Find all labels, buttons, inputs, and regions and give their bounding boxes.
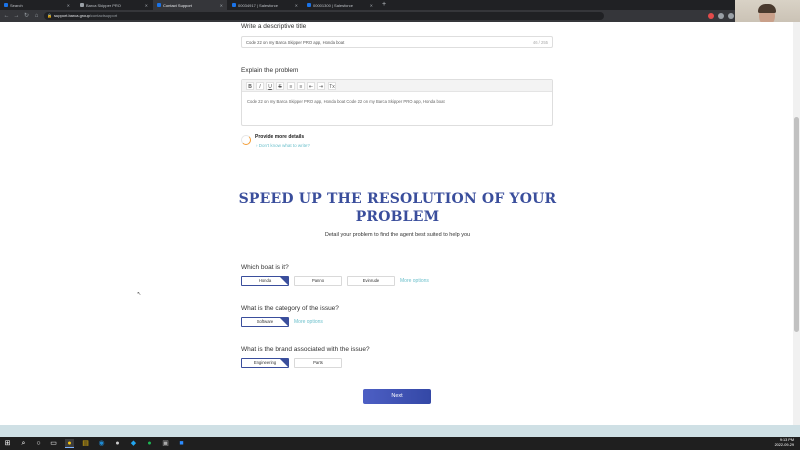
- indent-icon[interactable]: ⇥: [317, 82, 325, 90]
- italic-icon[interactable]: I: [256, 82, 264, 90]
- tab-label: Contact Support: [163, 2, 192, 8]
- github-icon[interactable]: ●: [113, 439, 122, 448]
- task-view-icon[interactable]: ▭: [49, 439, 58, 448]
- close-tab-icon[interactable]: ✕: [370, 3, 373, 8]
- close-tab-icon[interactable]: ✕: [295, 3, 298, 8]
- close-tab-icon[interactable]: ✕: [220, 3, 223, 8]
- browser-tab[interactable]: 00001300 | Salesforce ✕: [303, 0, 377, 10]
- zoom-icon[interactable]: ■: [177, 439, 186, 448]
- clear-format-icon[interactable]: Tx: [328, 82, 336, 90]
- brand-option-engineering[interactable]: Engineering: [241, 358, 289, 368]
- category-question-label: What is the category of the issue?: [241, 305, 339, 312]
- terminal-icon[interactable]: ▣: [161, 439, 170, 448]
- speed-up-subtitle: Detail your problem to find the agent be…: [324, 232, 471, 238]
- tab-favicon-icon: [157, 3, 161, 7]
- close-tab-icon[interactable]: ✕: [67, 3, 70, 8]
- problem-text: Code 22 on my Barca Skipper PRO app, Hon…: [247, 99, 445, 104]
- system-clock[interactable]: 9:13 PM 2022-09-29: [775, 438, 794, 448]
- extension-icon[interactable]: [728, 13, 734, 19]
- file-explorer-icon[interactable]: ▤: [81, 439, 90, 448]
- cortana-icon[interactable]: ○: [34, 439, 43, 448]
- search-icon[interactable]: ⌕: [19, 439, 28, 448]
- boat-option-honda[interactable]: Honda: [241, 276, 289, 286]
- new-tab-icon[interactable]: +: [380, 0, 388, 10]
- browser-tab-active[interactable]: Contact Support ✕: [153, 0, 227, 10]
- url-domain: support.barca.group: [54, 13, 90, 18]
- help-writing-link[interactable]: › Don't know what to write?: [256, 143, 310, 148]
- clock-date: 2022-09-29: [774, 443, 794, 447]
- editor-toolbar: B I U S ≡ ≡ ⇤ ⇥ Tx: [242, 80, 552, 92]
- boat-question-label: Which boat is it?: [241, 264, 289, 271]
- boat-more-options-link[interactable]: More options: [400, 278, 429, 284]
- mouse-cursor-icon: ↖: [137, 291, 142, 297]
- outdent-icon[interactable]: ⇤: [307, 82, 315, 90]
- url-path: /contactsupport: [89, 13, 118, 18]
- browser-tab[interactable]: Search ✕: [0, 0, 74, 10]
- browser-tab[interactable]: 00034917 | Salesforce ✕: [228, 0, 302, 10]
- close-tab-icon[interactable]: ✕: [145, 3, 148, 8]
- spotify-icon[interactable]: ●: [145, 439, 154, 448]
- address-bar[interactable]: 🔒 support.barca.group/contactsupport: [44, 12, 604, 20]
- boat-option-evinrude[interactable]: Evinrude: [347, 276, 395, 286]
- next-button[interactable]: Next: [363, 389, 431, 404]
- page-scrollbar[interactable]: [793, 22, 800, 425]
- browser-tab[interactable]: Barca Skipper PRO ✕: [76, 0, 152, 10]
- vscode-icon[interactable]: ◆: [129, 439, 138, 448]
- bullet-list-icon[interactable]: ≡: [287, 82, 295, 90]
- home-icon[interactable]: ⌂: [32, 11, 41, 21]
- progress-spinner-icon: [241, 135, 251, 145]
- more-details-title: Provide more details: [255, 134, 305, 140]
- browser-toolbar: ← → ↻ ⌂ 🔒 support.barca.group/contactsup…: [0, 10, 800, 22]
- tab-label: 00001300 | Salesforce: [313, 2, 353, 8]
- scrollbar-thumb[interactable]: [794, 117, 799, 332]
- problem-rich-text-editor[interactable]: B I U S ≡ ≡ ⇤ ⇥ Tx Code 22 on my Barca S…: [241, 79, 553, 126]
- boat-option-panno[interactable]: Panno: [294, 276, 342, 286]
- numbered-list-icon[interactable]: ≡: [297, 82, 305, 90]
- category-more-options-link[interactable]: More options: [294, 319, 323, 325]
- webcam-person-hair: [758, 4, 776, 13]
- underline-icon[interactable]: U: [266, 82, 274, 90]
- windows-taskbar: ⊞ ⌕ ○ ▭ ● ▤ ◉ ● ◆ ● ▣ ■ 9:13 PM 2022-09-…: [0, 437, 800, 450]
- tab-favicon-icon: [80, 3, 84, 7]
- tab-favicon-icon: [4, 3, 8, 7]
- tab-label: Search: [10, 2, 23, 8]
- bold-icon[interactable]: B: [246, 82, 254, 90]
- title-input[interactable]: Code 22 on my Barca Skipper PRO app, Hon…: [241, 36, 553, 48]
- page-content: Write a descriptive title Code 22 on my …: [0, 22, 800, 437]
- tab-label: Barca Skipper PRO: [86, 2, 121, 8]
- brand-question-label: What is the brand associated with the is…: [241, 346, 370, 353]
- tab-favicon-icon: [307, 3, 311, 7]
- edge-icon[interactable]: ◉: [97, 439, 106, 448]
- extension-icon[interactable]: [718, 13, 724, 19]
- strikethrough-icon[interactable]: S: [276, 82, 284, 90]
- windows-start-icon[interactable]: ⊞: [3, 439, 12, 448]
- reload-icon[interactable]: ↻: [22, 11, 31, 21]
- title-char-count: 46 / 255: [532, 40, 548, 45]
- help-writing-link-label: Don't know what to write?: [258, 143, 310, 148]
- extension-icon[interactable]: [708, 13, 714, 19]
- category-option-software[interactable]: Software: [241, 317, 289, 327]
- back-icon[interactable]: ←: [2, 11, 11, 21]
- title-input-value: Code 22 on my Barca Skipper PRO app, Hon…: [246, 40, 345, 45]
- brand-option-parts[interactable]: Parts: [294, 358, 342, 368]
- chrome-icon[interactable]: ●: [65, 439, 74, 448]
- browser-tab-strip: Search ✕ Barca Skipper PRO ✕ Contact Sup…: [0, 0, 800, 10]
- tab-favicon-icon: [232, 3, 236, 7]
- speed-up-heading: SPEED UP THE RESOLUTION OF YOUR PROBLEM: [238, 191, 557, 225]
- tab-label: 00034917 | Salesforce: [238, 2, 278, 8]
- title-field-label: Write a descriptive title: [241, 23, 307, 30]
- forward-icon[interactable]: →: [12, 11, 21, 21]
- problem-field-label: Explain the problem: [241, 67, 299, 74]
- page-footer-strip: [0, 425, 800, 437]
- lock-icon: 🔒: [47, 13, 52, 18]
